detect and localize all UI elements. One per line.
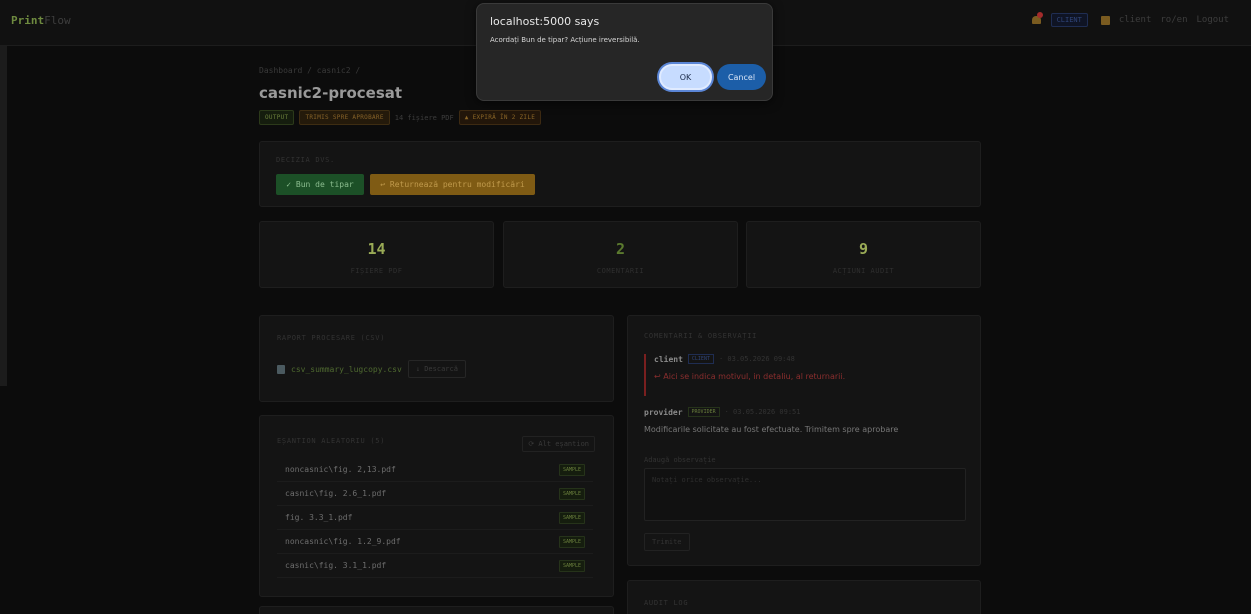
list-item[interactable]: noncasnic\fig. 2,13.pdf SAMPLE: [277, 458, 593, 482]
user-icon: [1100, 15, 1110, 25]
page-title: casnic2-procesat: [259, 84, 403, 102]
job-badges: OUTPUT TRIMIS SPRE APROBARE 14 fișiere P…: [259, 110, 542, 125]
spreadsheet-icon: [277, 364, 285, 374]
confirm-dialog: localhost:5000 says Acordați Bun de tipa…: [476, 3, 773, 101]
comment-time: · 03.05.2026 09:51: [724, 408, 801, 416]
top-right-controls: CLIENT client ro/en Logout: [1031, 12, 1229, 27]
comment-text: Modificarile solicitate au fost efectuat…: [644, 425, 899, 434]
lower-card: [259, 606, 614, 614]
comment-text: ↩ Aici se indica motivul, in detaliu, al…: [654, 372, 846, 381]
other-sample-button[interactable]: ⟳ Alt eșantion: [522, 436, 595, 452]
stat-value: 14: [367, 240, 386, 258]
download-button[interactable]: ↓ Descarcă: [407, 360, 466, 378]
sample-tag: SAMPLE: [558, 511, 585, 524]
app-logo[interactable]: PrintFlow: [11, 14, 71, 27]
list-item[interactable]: noncasnic\fig. 1.2_9.pdf SAMPLE: [277, 530, 593, 554]
dialog-title: localhost:5000 says: [490, 15, 600, 28]
output-badge: OUTPUT: [259, 110, 295, 125]
files-count: 14 fișiere PDF: [394, 113, 454, 122]
username: client: [1118, 15, 1152, 25]
stat-pdf-files: 14 FIȘIERE PDF: [259, 221, 494, 288]
dialog-message: Acordați Bun de tipar? Acțiune ireversib…: [490, 36, 640, 44]
decision-title: DECIZIA DVS.: [276, 156, 335, 164]
decision-card: DECIZIA DVS. ✓ Bun de tipar ↩ Returnează…: [259, 141, 981, 207]
observation-textarea[interactable]: Notați orice observație...: [644, 468, 966, 521]
processing-report-card: RAPORT PROCESARE (CSV) csv_summary_lugco…: [259, 315, 614, 402]
list-item[interactable]: casnic\fig. 3.1_1.pdf SAMPLE: [277, 554, 593, 578]
sample-list: noncasnic\fig. 2,13.pdf SAMPLE casnic\fig…: [277, 458, 593, 578]
expiry-badge: ▲ EXPIRĂ ÎN 2 ZILE: [458, 110, 542, 125]
sample-title: EȘANTION ALEATORIU (5): [277, 437, 386, 445]
stat-value: 2: [615, 240, 626, 258]
stat-label: COMENTARII: [596, 267, 645, 275]
return-for-changes-button[interactable]: ↩ Returnează pentru modificări: [370, 174, 535, 195]
sample-tag: SAMPLE: [558, 535, 585, 548]
random-sample-card: EȘANTION ALEATORIU (5) ⟳ Alt eșantion no…: [259, 415, 614, 597]
observation-label: Adaugă observație: [644, 456, 716, 464]
comment-role-badge: CLIENT: [687, 354, 714, 364]
comments-card: COMENTARII & OBSERVAȚII client CLIENT · …: [627, 315, 981, 566]
language-toggle[interactable]: ro/en: [1160, 15, 1187, 25]
stat-label: FIȘIERE PDF: [350, 267, 403, 275]
stat-audit-actions: 9 ACȚIUNI AUDIT: [746, 221, 981, 288]
cancel-button[interactable]: Cancel: [717, 64, 766, 90]
csv-file-link[interactable]: csv_summary_lugcopy.csv: [291, 365, 402, 374]
logout-link[interactable]: Logout: [1196, 15, 1229, 25]
left-edge-bar: [0, 0, 7, 386]
breadcrumb[interactable]: Dashboard / casnic2 /: [259, 66, 360, 75]
list-item[interactable]: casnic\fig. 2.6_1.pdf SAMPLE: [277, 482, 593, 506]
role-badge: CLIENT: [1050, 13, 1088, 27]
audit-title: AUDIT LOG: [644, 599, 689, 607]
comment-author: client: [654, 354, 683, 364]
sample-tag: SAMPLE: [558, 487, 585, 500]
approve-button[interactable]: ✓ Bun de tipar: [276, 174, 364, 195]
comment-item: client CLIENT · 03.05.2026 09:48 ↩ Aici …: [644, 354, 964, 396]
notification-count-badge: [1036, 12, 1043, 18]
send-button[interactable]: Trimite: [644, 533, 690, 551]
comment-item: provider PROVIDER · 03.05.2026 09:51 Mod…: [644, 407, 964, 434]
list-item[interactable]: fig. 3.3_1.pdf SAMPLE: [277, 506, 593, 530]
comment-author: provider: [644, 407, 683, 417]
audit-log-card: AUDIT LOG: [627, 580, 981, 614]
status-badge: TRIMIS SPRE APROBARE: [299, 110, 390, 125]
stat-label: ACȚIUNI AUDIT: [832, 267, 895, 275]
comment-role-badge: PROVIDER: [687, 407, 720, 417]
stat-comments: 2 COMENTARII: [503, 221, 738, 288]
comment-time: · 03.05.2026 09:48: [718, 355, 795, 363]
report-title: RAPORT PROCESARE (CSV): [277, 334, 386, 342]
sample-tag: SAMPLE: [558, 463, 585, 476]
comments-title: COMENTARII & OBSERVAȚII: [644, 332, 758, 340]
bell-icon[interactable]: [1031, 12, 1043, 26]
sample-tag: SAMPLE: [558, 559, 585, 572]
ok-button[interactable]: OK: [659, 64, 712, 90]
stat-value: 9: [858, 240, 869, 258]
